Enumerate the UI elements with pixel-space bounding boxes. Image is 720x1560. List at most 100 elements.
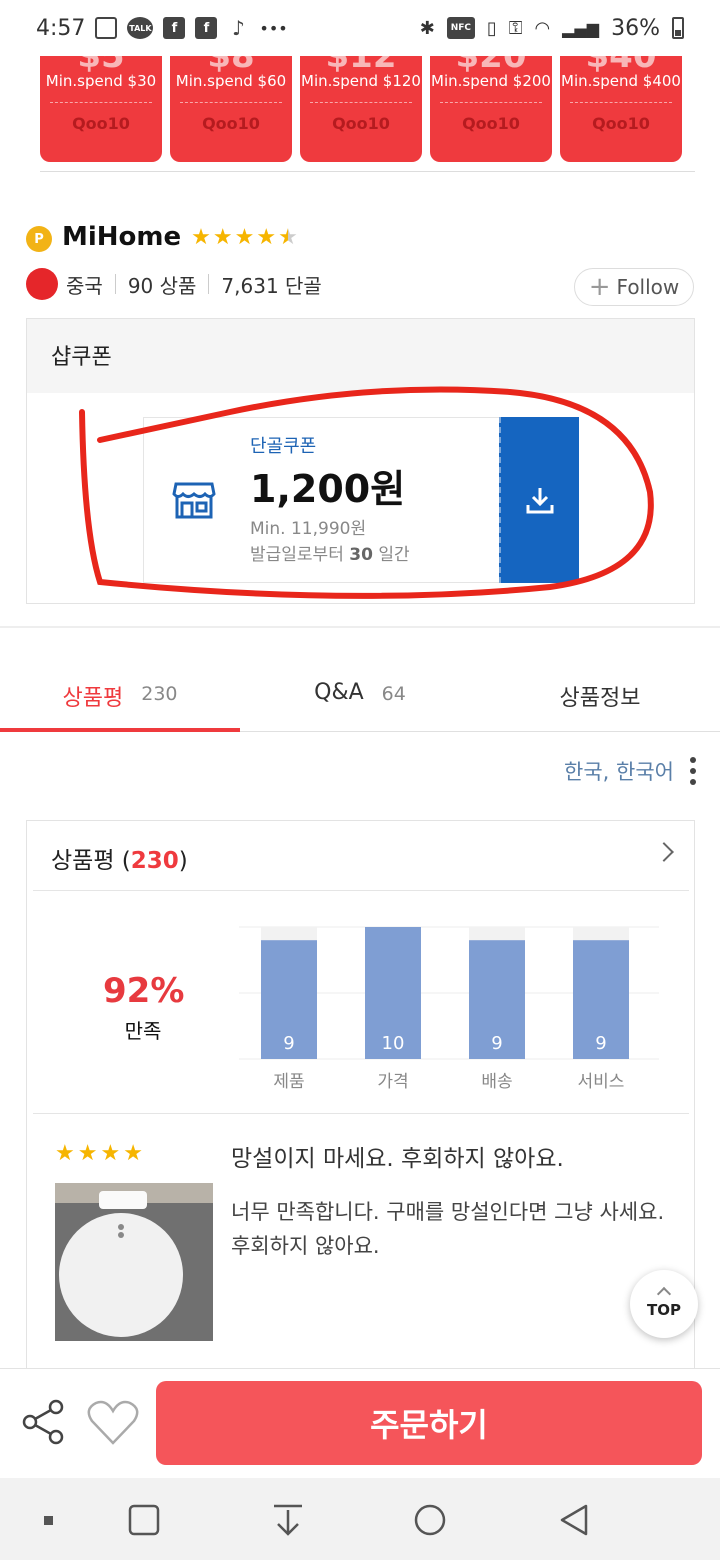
- coupon-divider: [180, 102, 282, 103]
- notification-icons: TALK f f ♪ •••: [95, 16, 288, 40]
- tab-label: 상품정보: [559, 686, 641, 711]
- section-divider: [0, 626, 720, 628]
- coupon-card[interactable]: $12 Min.spend $120 Qoo10: [300, 56, 422, 162]
- chevron-up-icon: [656, 1286, 672, 1302]
- shop-coupon-section: 샵쿠폰 단골쿠폰 1,200원 Min. 11,990원 발급일로부터 30 일…: [26, 318, 695, 604]
- plus-icon: +: [588, 272, 611, 302]
- seller-products[interactable]: 90 상품: [128, 270, 197, 299]
- follow-label: Follow: [616, 275, 680, 299]
- chart-category-label: 배송: [481, 1072, 512, 1092]
- review-body: 너무 만족합니다. 구매를 망설인다면 그냥 사세요. 후회하지 않아요.: [231, 1200, 665, 1258]
- coupon-min-spend: Min.spend $30: [45, 72, 157, 90]
- tab-product-info[interactable]: 상품정보: [480, 660, 720, 731]
- period-prefix: 발급일로부터: [250, 545, 344, 565]
- coupon-card[interactable]: $20 Min.spend $200 Qoo10: [430, 56, 552, 162]
- satisfaction-label: 만족: [124, 1019, 162, 1043]
- system-nav-bar: [0, 1478, 720, 1560]
- seller-name[interactable]: MiHome: [62, 222, 181, 252]
- china-flag-icon: [26, 268, 58, 300]
- chart-value-label: 9: [283, 1033, 294, 1054]
- bottom-action-bar: 주문하기: [0, 1368, 720, 1478]
- seller-header[interactable]: P MiHome ★ ★ ★ ★ ★: [26, 222, 298, 252]
- order-button[interactable]: 주문하기: [156, 1381, 702, 1465]
- coupon-minimum: Min. 11,990원: [250, 519, 367, 539]
- review-rating-stars: ★ ★ ★ ★: [55, 1141, 143, 1166]
- coupon-divider: [570, 102, 672, 103]
- review-photo[interactable]: [55, 1183, 213, 1341]
- coupon-divider: [50, 102, 152, 103]
- star-icon: ★: [256, 224, 277, 250]
- coupon-min-spend: Min.spend $60: [175, 72, 287, 90]
- coupon-download-button[interactable]: [499, 417, 579, 583]
- review-header-title: 상품평 (: [51, 848, 131, 874]
- chart-value-label: 10: [382, 1033, 405, 1054]
- heart-icon[interactable]: [86, 1399, 140, 1447]
- product-tabs[interactable]: 상품평 230 Q&A 64 상품정보: [0, 660, 720, 732]
- back-icon[interactable]: [556, 1502, 592, 1538]
- medal-letter: P: [26, 226, 52, 252]
- coupon-brand: Qoo10: [202, 114, 260, 133]
- share-icon[interactable]: [22, 1399, 66, 1445]
- message-icon: [95, 17, 118, 39]
- period-days: 30: [349, 545, 373, 565]
- wifi-icon: ◠: [534, 17, 551, 39]
- tiktok-icon: ♪: [232, 16, 245, 40]
- review-title[interactable]: 망설이지 마세요. 후회하지 않아요.: [231, 1139, 564, 1173]
- review-divider: [33, 1113, 689, 1114]
- recent-apps-icon[interactable]: [126, 1502, 162, 1538]
- coupon-brand: Qoo10: [592, 114, 650, 133]
- store-icon: [172, 482, 216, 519]
- scroll-top-button[interactable]: TOP: [630, 1270, 698, 1338]
- shop-coupon-heading: 샵쿠폰: [27, 319, 694, 393]
- chevron-right-icon: [654, 842, 674, 862]
- star-icon: ★: [123, 1141, 143, 1166]
- follow-button[interactable]: + Follow: [574, 268, 694, 306]
- meta-divider: [208, 274, 210, 294]
- status-bar: 4:57 TALK f f ♪ ••• ✱ NFC ▯ ⚿ ◠ ▂▄▆ 36%: [0, 0, 720, 56]
- more-options-icon[interactable]: [690, 757, 696, 785]
- coupon-brand: Qoo10: [72, 114, 130, 133]
- coupon-card[interactable]: $8 Min.spend $60 Qoo10: [170, 56, 292, 162]
- satisfaction-percent: 92%: [103, 971, 185, 1011]
- coupon-divider: [440, 102, 542, 103]
- chart-value-label: 9: [491, 1033, 502, 1054]
- battery-text: 36%: [611, 15, 660, 41]
- seller-followers: 7,631 단골: [221, 273, 322, 298]
- facebook-icon: f: [195, 17, 218, 39]
- more-dots-icon: •••: [259, 18, 288, 38]
- coupon-card[interactable]: $40 Min.spend $400 Qoo10: [560, 56, 682, 162]
- coupon-min-spend: Min.spend $200: [431, 72, 551, 90]
- star-icon: ★: [77, 1141, 98, 1166]
- battery-icon: [672, 17, 684, 39]
- tab-qna[interactable]: Q&A 64: [240, 660, 480, 731]
- language-label[interactable]: 한국, 한국어: [564, 756, 674, 786]
- facebook-icon: f: [163, 17, 186, 39]
- language-selector[interactable]: 한국, 한국어: [564, 756, 696, 786]
- coupon-brand: Qoo10: [462, 114, 520, 133]
- dot-icon[interactable]: [30, 1502, 66, 1538]
- satisfaction-block: 92% 만족: [103, 971, 185, 1044]
- coupon-type: 단골쿠폰: [250, 436, 317, 457]
- home-icon[interactable]: [412, 1502, 448, 1538]
- star-icon: ★: [212, 224, 233, 250]
- arrow-down-icon[interactable]: [270, 1502, 306, 1538]
- review-header-count: 230: [130, 848, 179, 874]
- review-summary-header[interactable]: 상품평 (230): [33, 821, 689, 891]
- tab-count: 230: [141, 683, 178, 705]
- talk-icon: TALK: [127, 17, 154, 39]
- signal-icon: ▂▄▆: [562, 18, 600, 38]
- coupon-card[interactable]: $5 Min.spend $30 Qoo10: [40, 56, 162, 162]
- star-icon: ★: [234, 224, 255, 250]
- tab-count: 64: [381, 683, 406, 705]
- download-icon: [526, 488, 554, 514]
- half-star-icon: ★: [278, 224, 298, 250]
- nfc-icon: NFC: [446, 17, 475, 39]
- tab-reviews[interactable]: 상품평 230: [0, 660, 240, 732]
- top-label: TOP: [647, 1301, 681, 1319]
- coupon-strip[interactable]: $5 Min.spend $30 Qoo10 $8 Min.spend $60 …: [40, 56, 695, 172]
- seller-meta: 중국 90 상품 7,631 단골: [26, 268, 322, 300]
- review-header-close: ): [178, 848, 188, 874]
- coupon-value: 1,200원: [250, 467, 406, 511]
- seller-medal-icon: P: [26, 222, 52, 252]
- seller-country: 중국: [66, 273, 103, 298]
